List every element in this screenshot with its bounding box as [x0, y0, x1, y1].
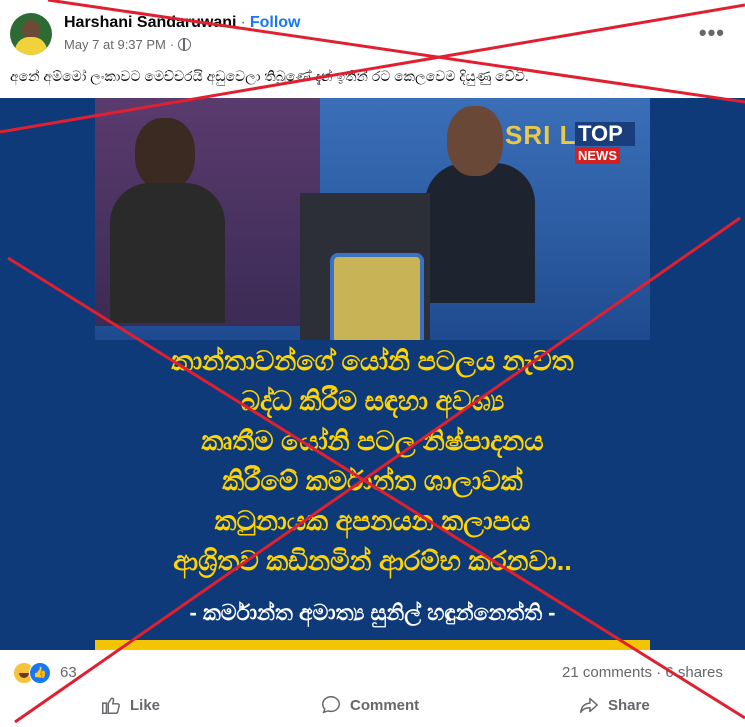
post-caption: අනේ අම්මෝ ලංකාවට මෙච්චරයි අඩුවෙලා තිබුණේ…	[10, 68, 529, 84]
screen-person-head	[135, 118, 195, 190]
globe-icon	[178, 38, 192, 51]
follow-button[interactable]: Follow	[250, 14, 301, 31]
screen-person-body	[110, 183, 225, 323]
speaker-body	[425, 163, 535, 303]
more-options-button[interactable]: •••	[699, 20, 725, 46]
headline-block: කාන්තාවන්ගේ යෝනි පටලය නැවත බද්ධ කිරීම සඳ…	[95, 340, 650, 640]
logo-top-text: TOP	[575, 122, 635, 146]
emblem-icon	[330, 253, 424, 348]
headline-line: බද්ධ කිරීම සඳහා අවශ්‍ය	[240, 386, 505, 416]
headline-line: කටුනායක අපනයන කලාපය	[214, 506, 531, 536]
meta-separator: ·	[169, 37, 175, 52]
headline-line: ආශ්‍රිතව කඩිනමින් ආරම්භ කරනවා..	[173, 546, 572, 576]
comment-label: Comment	[350, 696, 420, 714]
like-label: Like	[130, 696, 161, 714]
headline-line: කාන්තාවන්ගේ යෝනි පටලය නැවත	[171, 346, 574, 376]
thumbs-up-icon	[102, 697, 120, 714]
projection-screen	[95, 98, 320, 326]
yellow-footer-bar	[95, 640, 650, 650]
name-separator: ·	[240, 14, 246, 31]
comment-bubble-icon	[322, 696, 340, 714]
headline-line: කෘතීම යෝනි පටල නිෂ්පාදනය	[201, 426, 544, 456]
share-arrow-icon	[580, 697, 598, 714]
share-label: Share	[608, 696, 650, 714]
author-row: Harshani Sandaruwani · Follow	[64, 14, 300, 32]
avatar-body-shape	[15, 37, 47, 55]
comments-shares-count[interactable]: 21 comments · 6 shares	[562, 664, 723, 681]
action-bar: Like Comment Share	[0, 690, 745, 727]
like-button[interactable]: Like	[100, 690, 160, 720]
logo-news-text: NEWS	[575, 147, 620, 164]
event-photo: SRI LA TOP NEWS	[95, 98, 650, 348]
author-avatar[interactable]	[10, 13, 52, 55]
headline-line: කිරීමේ කර්මාන්ත ශාලාවක්	[222, 466, 523, 496]
post-meta: May 7 at 9:37 PM ·	[64, 37, 192, 52]
author-name[interactable]: Harshani Sandaruwani	[64, 14, 237, 31]
post-image[interactable]: SRI LA TOP NEWS කාන්තාවන්ගේ යෝනි පටලය නැ…	[95, 98, 650, 650]
headline-attribution: - කර්මාන්ත අමාත්‍ය සුනිල් හඳුන්නෙත්ති -	[189, 600, 556, 625]
facebook-post: Harshani Sandaruwani · Follow May 7 at 9:3…	[0, 0, 745, 727]
like-reaction-icon: 👍	[29, 662, 51, 684]
post-timestamp[interactable]: May 7 at 9:37 PM	[64, 37, 166, 52]
top-news-logo: TOP NEWS	[575, 122, 635, 168]
comment-button[interactable]: Comment	[320, 690, 419, 720]
reaction-count[interactable]: 63	[60, 664, 77, 681]
reaction-icons[interactable]: 👍	[13, 662, 53, 684]
speaker-head	[447, 106, 503, 176]
share-button[interactable]: Share	[578, 690, 650, 720]
engagement-stats: 👍 63 21 comments · 6 shares	[0, 652, 745, 692]
